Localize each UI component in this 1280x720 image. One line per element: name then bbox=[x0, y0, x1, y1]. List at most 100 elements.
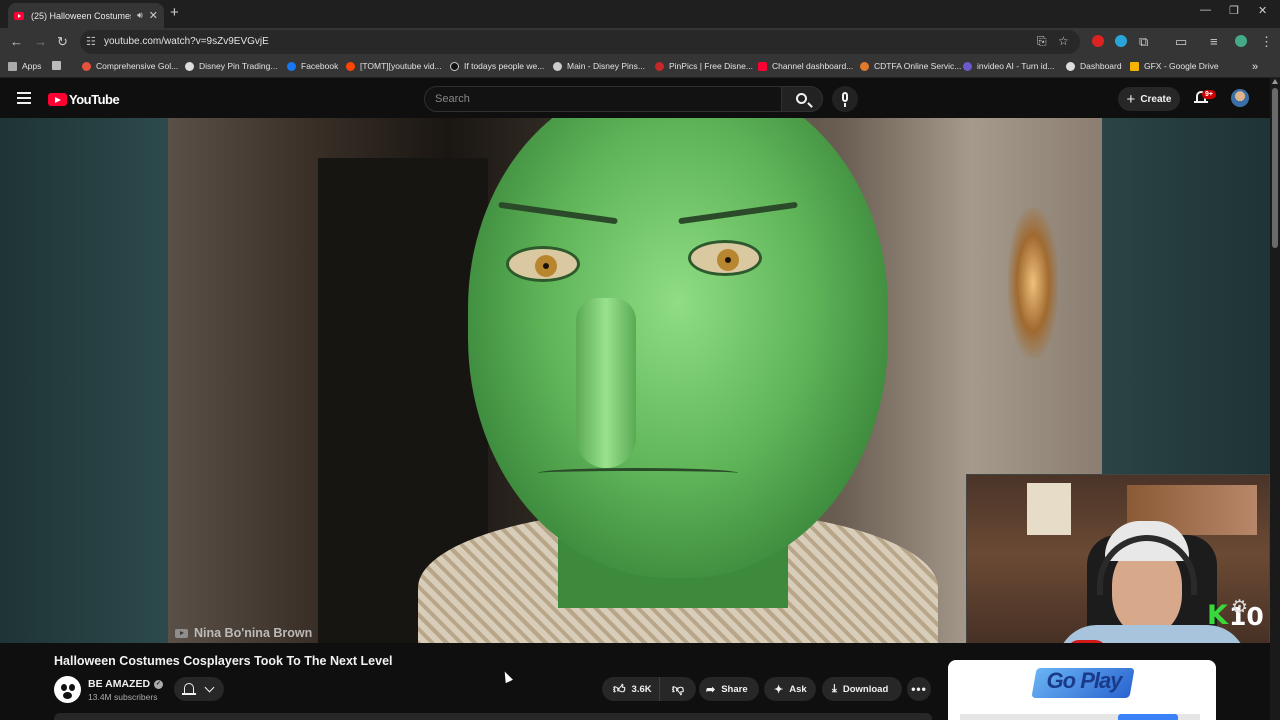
channel-name-link[interactable]: BE AMAZED ✓ bbox=[88, 678, 164, 690]
microphone-stand bbox=[844, 103, 846, 107]
share-button[interactable]: ➦ Share bbox=[699, 677, 759, 701]
reddit-icon bbox=[346, 61, 355, 71]
youtube-watermark-icon bbox=[175, 628, 188, 638]
site-icon bbox=[860, 61, 869, 71]
plus-icon: + bbox=[1126, 90, 1136, 108]
bookmarks-bar: Apps Comprehensive Gol... Disney Pin Tra… bbox=[0, 56, 1280, 78]
download-button[interactable]: ⤓ Download bbox=[822, 677, 902, 701]
search-box bbox=[424, 86, 782, 112]
bookmark-9[interactable]: CDTFA Online Servic... bbox=[860, 61, 961, 71]
bookmark-apps[interactable]: Apps bbox=[8, 61, 41, 71]
new-tab-button[interactable]: + bbox=[170, 4, 179, 21]
video-player[interactable]: Nina Bo'nina Brown bbox=[0, 118, 1270, 643]
install-app-icon[interactable]: ⎘ bbox=[1037, 34, 1047, 49]
bookmark-12[interactable]: GFX - Google Drive bbox=[1130, 61, 1219, 71]
close-tab-icon[interactable]: ✕ bbox=[149, 9, 158, 22]
close-window-icon[interactable]: ✕ bbox=[1258, 4, 1267, 17]
bookmark-11[interactable]: Dashboard bbox=[1066, 61, 1122, 71]
address-bar[interactable]: ☷ youtube.com/watch?v=9sZv9EVGvjE ⎘ ☆ bbox=[80, 30, 1080, 54]
dashboard-icon bbox=[1066, 61, 1075, 71]
more-actions-button[interactable]: ••• bbox=[907, 677, 931, 701]
youtube-favicon-icon bbox=[14, 11, 24, 20]
restore-icon[interactable]: ❐ bbox=[1229, 4, 1239, 17]
bell-base bbox=[182, 693, 196, 695]
bookmark-10[interactable]: invideo AI - Turn id... bbox=[963, 61, 1054, 71]
scroll-up-arrow-icon[interactable] bbox=[1272, 79, 1278, 84]
like-dislike-group: 👍︎ 3.6K 👎︎ bbox=[602, 677, 696, 701]
reload-icon[interactable]: ↻ bbox=[57, 34, 68, 50]
bookmark-star-icon[interactable]: ☆ bbox=[1058, 34, 1069, 48]
like-button[interactable]: 👍︎ 3.6K bbox=[602, 677, 660, 701]
profile-icon[interactable] bbox=[1235, 35, 1247, 47]
site-info-icon[interactable]: ☷ bbox=[86, 35, 96, 48]
channel-avatar[interactable] bbox=[54, 676, 81, 703]
minimize-icon[interactable]: — bbox=[1200, 4, 1211, 16]
tab-search-icon[interactable]: ≡ bbox=[1210, 34, 1218, 49]
share-label: Share bbox=[721, 683, 748, 695]
forward-icon[interactable]: → bbox=[34, 34, 47, 49]
more-bookmarks-icon[interactable]: » bbox=[1252, 61, 1258, 73]
search-button[interactable] bbox=[781, 86, 823, 112]
browser-tab-strip: (25) Halloween Costumes C 🔊︎ ✕ + — ❐ ✕ bbox=[0, 0, 1280, 28]
browser-tab[interactable]: (25) Halloween Costumes C 🔊︎ ✕ bbox=[8, 3, 164, 28]
bookmark-6[interactable]: Main - Disney Pins... bbox=[553, 61, 645, 71]
extension-red-icon[interactable] bbox=[1092, 35, 1104, 47]
ad-cta-button[interactable] bbox=[1118, 714, 1178, 720]
search-input[interactable] bbox=[425, 87, 755, 111]
ask-label: Ask bbox=[789, 683, 807, 695]
bookmark-2[interactable]: Disney Pin Trading... bbox=[185, 61, 277, 71]
bookmark-8[interactable]: Channel dashboard... bbox=[758, 61, 853, 71]
bookmark-7[interactable]: PinPics | Free Disne... bbox=[655, 61, 753, 71]
mouth bbox=[538, 468, 738, 478]
dislike-button[interactable]: 👎︎ bbox=[660, 677, 696, 701]
mouse-cursor-icon bbox=[501, 669, 513, 684]
ask-button[interactable]: ✦ Ask bbox=[764, 677, 816, 701]
create-button[interactable]: + Create bbox=[1118, 87, 1180, 111]
scrollbar-thumb[interactable] bbox=[1272, 88, 1278, 248]
tab-title: (25) Halloween Costumes C bbox=[31, 10, 132, 21]
hamburger-menu-icon[interactable] bbox=[17, 92, 31, 107]
bookmark-4[interactable]: [TOMT][youtube vid... bbox=[346, 61, 442, 71]
speaker-icon[interactable]: 🔊︎ bbox=[137, 10, 143, 21]
sparkle-icon: ✦ bbox=[774, 683, 784, 696]
chevron-down-icon bbox=[204, 682, 215, 693]
voice-search-button[interactable] bbox=[832, 86, 858, 112]
pinpics-icon bbox=[655, 61, 664, 71]
green-face bbox=[468, 118, 888, 578]
tiktok-icon bbox=[450, 61, 459, 71]
ad-brand: Go Play bbox=[1046, 668, 1123, 693]
browser-menu-icon[interactable]: ⋮ bbox=[1260, 34, 1273, 50]
extension-blue-icon[interactable] bbox=[1115, 35, 1127, 47]
site-icon bbox=[185, 61, 194, 71]
youtube-header: YouTube + Create 9+ bbox=[0, 78, 1280, 118]
bookmark-1[interactable]: Comprehensive Gol... bbox=[82, 61, 178, 71]
page-scrollbar[interactable] bbox=[1270, 78, 1280, 720]
extensions-puzzle-icon[interactable]: ⧉ bbox=[1139, 34, 1148, 50]
background-lamp bbox=[1008, 208, 1058, 358]
bookmark-3[interactable]: Facebook bbox=[287, 61, 338, 71]
url-text: youtube.com/watch?v=9sZv9EVGvjE bbox=[104, 36, 269, 47]
description-box[interactable] bbox=[54, 713, 932, 720]
more-horizontal-icon: ••• bbox=[911, 682, 927, 696]
nose bbox=[576, 298, 636, 468]
account-avatar[interactable] bbox=[1231, 89, 1249, 107]
site-icon bbox=[553, 61, 562, 71]
bookmark-5[interactable]: If todays people we... bbox=[450, 61, 544, 71]
reddit-icon bbox=[82, 61, 91, 71]
google-drive-icon bbox=[1130, 61, 1139, 71]
subscription-notifications-button[interactable] bbox=[174, 677, 224, 701]
kick-overlay-logo: ⚙ K 10 bbox=[1207, 597, 1264, 629]
share-arrow-icon: ➦ bbox=[706, 683, 716, 696]
download-label: Download bbox=[842, 683, 889, 695]
youtube-logo[interactable]: YouTube bbox=[48, 92, 120, 107]
bookmark-grid[interactable] bbox=[52, 61, 66, 70]
sidepanel-icon[interactable]: ▭ bbox=[1175, 34, 1187, 50]
search-icon bbox=[796, 93, 807, 104]
sidebar-ad-card[interactable]: Go Play bbox=[948, 660, 1216, 720]
download-icon: ⤓ bbox=[832, 682, 837, 695]
back-icon[interactable]: ← bbox=[10, 34, 23, 49]
verified-check-icon: ✓ bbox=[154, 679, 164, 689]
youtube-icon bbox=[758, 61, 767, 71]
facebook-icon bbox=[287, 61, 296, 71]
subscriber-count: 13.4M subscribers bbox=[88, 692, 158, 702]
